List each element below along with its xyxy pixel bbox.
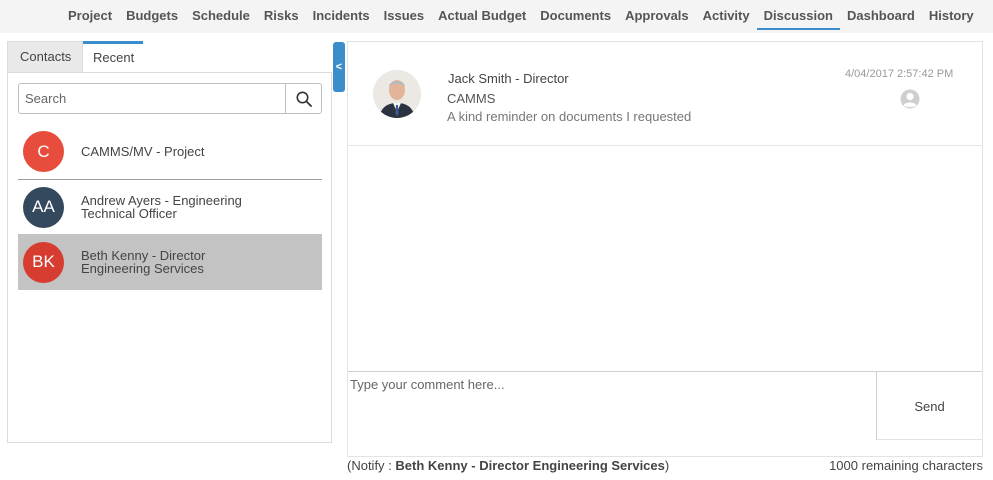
- panel-tabs: Contacts Recent: [7, 41, 143, 72]
- discussion-panel: Jack Smith - Director CAMMS A kind remin…: [347, 41, 983, 457]
- nav-item-documents[interactable]: Documents: [533, 8, 618, 30]
- person-photo-icon: [373, 70, 421, 118]
- tab-recent[interactable]: Recent: [83, 41, 143, 72]
- message-timestamp: 4/04/2017 2:57:42 PM: [845, 68, 954, 80]
- nav-menu: Project Budgets Schedule Risks Incidents Issu…: [68, 8, 981, 30]
- message-author: Jack Smith - Director: [448, 71, 569, 86]
- search-button[interactable]: [285, 84, 321, 113]
- comment-input[interactable]: [348, 372, 877, 440]
- nav-item-issues[interactable]: Issues: [377, 8, 431, 30]
- nav-item-dashboard[interactable]: Dashboard: [840, 8, 922, 30]
- message-body: A kind reminder on documents I requested: [447, 109, 692, 124]
- message-subject: CAMMS: [447, 91, 496, 106]
- notify-recipient: Beth Kenny - Director Engineering Servic…: [395, 458, 665, 473]
- search-box: [18, 83, 322, 114]
- send-button[interactable]: Send: [877, 372, 982, 440]
- author-photo: [373, 70, 421, 118]
- message-item: Jack Smith - Director CAMMS A kind remin…: [348, 42, 982, 146]
- contact-name: CAMMS/MV - Project: [81, 144, 205, 159]
- comment-box: Send: [348, 371, 982, 440]
- contact-item-andrew-ayers[interactable]: AA Andrew Ayers - Engineering Technical …: [18, 179, 322, 235]
- nav-item-incidents[interactable]: Incidents: [306, 8, 377, 30]
- nav-item-budgets[interactable]: Budgets: [119, 8, 185, 30]
- remaining-characters: 1000 remaining characters: [829, 458, 983, 473]
- notify-suffix: ): [664, 458, 670, 473]
- search-input[interactable]: [19, 84, 285, 113]
- nav-item-approvals[interactable]: Approvals: [618, 8, 696, 30]
- tab-contacts[interactable]: Contacts: [7, 41, 83, 72]
- nav-item-discussion[interactable]: Discussion: [756, 8, 840, 30]
- contact-name: Andrew Ayers - Engineering Technical Off…: [81, 193, 242, 221]
- contacts-list-box: C CAMMS/MV - Project AA Andrew Ayers - E…: [7, 72, 332, 443]
- contacts-panel: Contacts Recent C CAMMS/MV - Project AA …: [7, 41, 332, 443]
- user-icon[interactable]: [900, 89, 920, 109]
- search-icon: [296, 91, 312, 107]
- nav-item-project[interactable]: Project: [68, 8, 119, 30]
- notify-line: (Notify : Beth Kenny - Director Engineer…: [347, 458, 669, 473]
- contact-name: Beth Kenny - Director Engineering Servic…: [81, 248, 206, 276]
- nav-item-history[interactable]: History: [922, 8, 981, 30]
- avatar: C: [23, 131, 64, 172]
- contact-item-beth-kenny[interactable]: BK Beth Kenny - Director Engineering Ser…: [18, 234, 322, 290]
- notify-prefix: (Notify :: [347, 458, 396, 473]
- avatar: AA: [23, 186, 64, 228]
- nav-item-actual-budget[interactable]: Actual Budget: [431, 8, 533, 30]
- nav-item-activity[interactable]: Activity: [696, 8, 757, 30]
- top-navigation: Project Budgets Schedule Risks Incidents Issu…: [0, 0, 993, 33]
- avatar: BK: [23, 241, 64, 283]
- collapse-panel-button[interactable]: <: [333, 42, 345, 92]
- nav-item-schedule[interactable]: Schedule: [185, 8, 257, 30]
- nav-item-risks[interactable]: Risks: [257, 8, 306, 30]
- contact-item-camms[interactable]: C CAMMS/MV - Project: [18, 124, 322, 180]
